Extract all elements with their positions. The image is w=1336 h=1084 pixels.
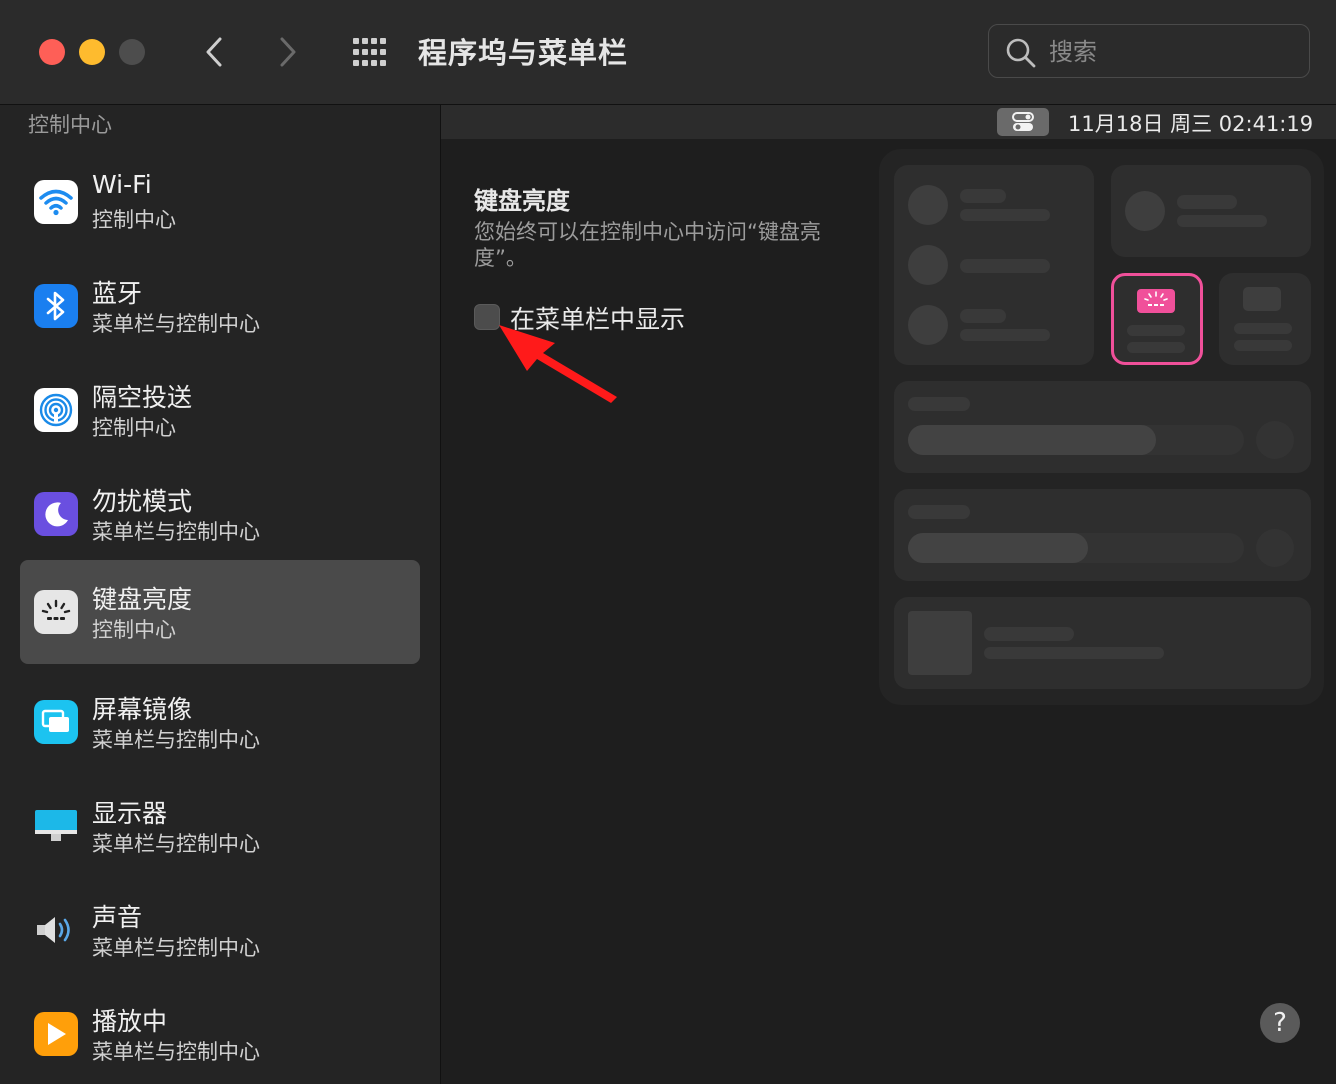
sidebar-item-label: 屏幕镜像 [92,695,193,724]
sidebar-item-wifi[interactable]: Wi-Fi 控制中心 [20,150,420,254]
minimize-window-button[interactable] [79,39,105,65]
chevron-left-icon [206,37,222,67]
sidebar-item-label: 声音 [92,903,143,932]
sidebar-item-do-not-disturb[interactable]: 勿扰模式 菜单栏与控制中心 [20,462,420,566]
window-title: 程序坞与菜单栏 [418,36,629,70]
sidebar-item-keyboard-brightness[interactable]: 键盘亮度 控制中心 [20,560,420,664]
control-center-menubar-icon [997,108,1049,136]
sidebar: 控制中心 Wi-Fi 控制中心 蓝牙 菜单栏与控制中心 隔空投送 控制中心 勿扰… [0,105,441,1084]
moon-icon [34,492,78,536]
preview-keyboard-brightness-tile [1111,273,1203,365]
display-icon [34,804,78,848]
sidebar-item-sublabel: 菜单栏与控制中心 [92,312,260,336]
forward-button[interactable] [268,32,308,72]
preview-screen-mirroring-tile [1219,273,1311,365]
preview-media-card [894,597,1311,689]
sidebar-item-sublabel: 控制中心 [92,208,176,232]
bluetooth-icon [34,284,78,328]
keyboard-brightness-icon [34,590,78,634]
sidebar-item-sublabel: 菜单栏与控制中心 [92,1040,260,1064]
sidebar-item-sublabel: 菜单栏与控制中心 [92,728,260,752]
back-button[interactable] [194,32,234,72]
close-window-button[interactable] [39,39,65,65]
sidebar-item-sound[interactable]: 声音 菜单栏与控制中心 [20,878,420,982]
search-field[interactable] [988,24,1310,78]
sidebar-item-label: 键盘亮度 [92,585,193,614]
menubar-preview: 11月18日 周三 02:41:19 [441,105,1336,139]
screen-mirroring-icon [34,700,78,744]
search-icon [1006,38,1036,68]
zoom-window-button[interactable] [119,39,145,65]
section-title: 键盘亮度 [474,187,570,215]
speaker-icon [34,908,78,952]
sidebar-item-screen-mirroring[interactable]: 屏幕镜像 菜单栏与控制中心 [20,670,420,774]
control-center-preview [879,149,1324,705]
sidebar-item-sublabel: 菜单栏与控制中心 [92,520,260,544]
sidebar-item-label: Wi-Fi [92,170,152,199]
title-bar: 程序坞与菜单栏 [0,0,1336,105]
sidebar-item-airdrop[interactable]: 隔空投送 控制中心 [20,358,420,462]
detail-pane: 11月18日 周三 02:41:19 键盘亮度 您始终可以在控制中心中访问“键盘… [441,105,1336,1084]
sidebar-item-sublabel: 菜单栏与控制中心 [92,832,260,856]
sidebar-item-label: 显示器 [92,799,168,828]
grid-icon [353,38,386,66]
sidebar-item-sublabel: 菜单栏与控制中心 [92,936,260,960]
wifi-icon [34,180,78,224]
sidebar-item-label: 隔空投送 [92,383,193,412]
play-icon [34,1012,78,1056]
preview-network-card [894,165,1094,365]
preview-now-playing-card [1111,165,1311,257]
sidebar-item-bluetooth[interactable]: 蓝牙 菜单栏与控制中心 [20,254,420,358]
sidebar-item-displays[interactable]: 显示器 菜单栏与控制中心 [20,774,420,878]
airdrop-icon [34,388,78,432]
sidebar-item-label: 蓝牙 [92,279,143,308]
preview-sound-slider-card [894,489,1311,581]
sidebar-item-sublabel: 控制中心 [92,416,176,440]
help-button[interactable]: ? [1260,1003,1300,1043]
annotation-arrow-icon [499,325,617,403]
preview-keyboard-brightness-icon [1137,289,1175,313]
sidebar-item-sublabel: 控制中心 [92,618,176,642]
sidebar-item-label: 播放中 [92,1007,168,1036]
menubar-clock: 11月18日 周三 02:41:19 [1068,112,1314,136]
sidebar-item-now-playing[interactable]: 播放中 菜单栏与控制中心 [20,982,420,1084]
sidebar-item-label: 勿扰模式 [92,487,193,516]
search-input[interactable] [1047,34,1301,70]
show-all-button[interactable] [350,34,392,70]
section-description: 您始终可以在控制中心中访问“键盘亮度”。 [474,220,821,270]
sidebar-section-header: 控制中心 [28,113,112,137]
preview-display-slider-card [894,381,1311,473]
preferences-window: 程序坞与菜单栏 控制中心 Wi-Fi 控制中心 [0,0,1336,1084]
chevron-right-icon [280,37,296,67]
